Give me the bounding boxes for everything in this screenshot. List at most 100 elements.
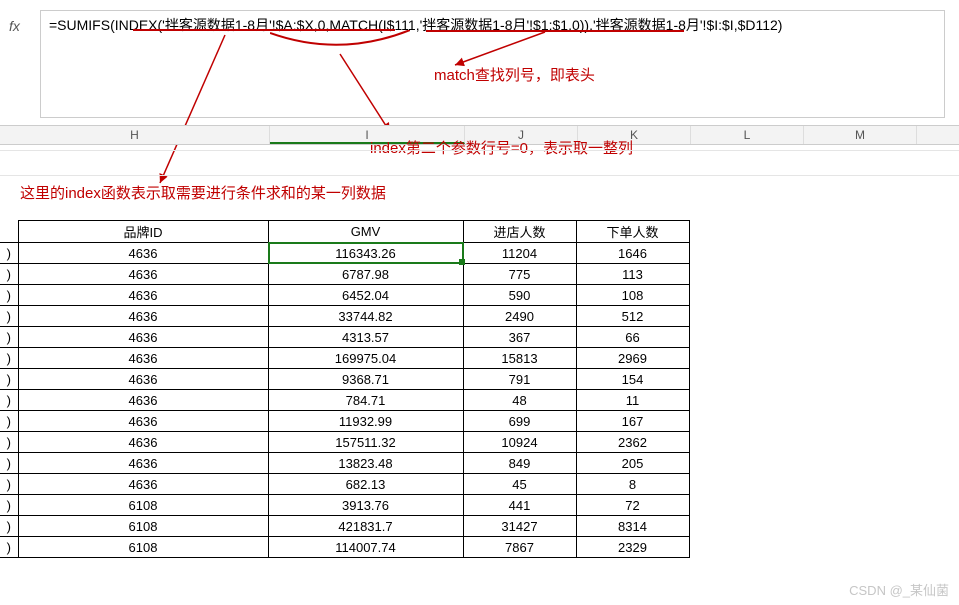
cell[interactable]: 2490 bbox=[463, 306, 576, 327]
cell[interactable]: 108 bbox=[576, 285, 689, 306]
cell[interactable]: 682.13 bbox=[268, 474, 463, 495]
cell[interactable]: 4636 bbox=[18, 474, 268, 495]
row-prefix-cell[interactable]: ) bbox=[0, 495, 18, 516]
cell[interactable]: 157511.32 bbox=[268, 432, 463, 453]
row-prefix-cell[interactable]: ) bbox=[0, 369, 18, 390]
row-prefix-cell[interactable]: ) bbox=[0, 264, 18, 285]
cell[interactable]: 2969 bbox=[576, 348, 689, 369]
cell[interactable]: 45 bbox=[463, 474, 576, 495]
col-header-L[interactable]: L bbox=[691, 126, 804, 144]
cell[interactable]: 205 bbox=[576, 453, 689, 474]
table-row[interactable]: )4636157511.32109242362 bbox=[0, 432, 689, 453]
cell[interactable]: 114007.74 bbox=[268, 537, 463, 558]
table-row[interactable]: )46366787.98775113 bbox=[0, 264, 689, 285]
cell[interactable]: 8314 bbox=[576, 516, 689, 537]
row-prefix-cell[interactable]: ) bbox=[0, 327, 18, 348]
table-row[interactable]: )61083913.7644172 bbox=[0, 495, 689, 516]
cell[interactable]: 13823.48 bbox=[268, 453, 463, 474]
cell[interactable]: 4636 bbox=[18, 390, 268, 411]
row-prefix-cell[interactable]: ) bbox=[0, 474, 18, 495]
table-row[interactable]: )6108114007.7478672329 bbox=[0, 537, 689, 558]
row-prefix-cell[interactable]: ) bbox=[0, 411, 18, 432]
row-prefix-cell[interactable]: ) bbox=[0, 285, 18, 306]
cell[interactable]: 6108 bbox=[18, 495, 268, 516]
row-prefix-cell[interactable]: ) bbox=[0, 243, 18, 264]
cell[interactable]: 6108 bbox=[18, 537, 268, 558]
cell[interactable]: 72 bbox=[576, 495, 689, 516]
fx-icon[interactable]: fx bbox=[9, 18, 20, 34]
cell[interactable]: 10924 bbox=[463, 432, 576, 453]
col-header-M[interactable]: M bbox=[804, 126, 917, 144]
cell[interactable]: 4313.57 bbox=[268, 327, 463, 348]
cell[interactable]: 11204 bbox=[463, 243, 576, 264]
row-prefix-cell[interactable]: ) bbox=[0, 453, 18, 474]
table-row[interactable]: )4636682.13458 bbox=[0, 474, 689, 495]
cell[interactable]: 6452.04 bbox=[268, 285, 463, 306]
table-row[interactable]: )463613823.48849205 bbox=[0, 453, 689, 474]
cell[interactable]: 367 bbox=[463, 327, 576, 348]
table-row[interactable]: )46366452.04590108 bbox=[0, 285, 689, 306]
th-visitors[interactable]: 进店人数 bbox=[463, 221, 576, 243]
table-row[interactable]: )4636784.714811 bbox=[0, 390, 689, 411]
cell[interactable]: 4636 bbox=[18, 285, 268, 306]
cell[interactable]: 421831.7 bbox=[268, 516, 463, 537]
row-prefix-cell[interactable]: ) bbox=[0, 537, 18, 558]
cell[interactable]: 167 bbox=[576, 411, 689, 432]
cell[interactable]: 699 bbox=[463, 411, 576, 432]
table-row[interactable]: )46369368.71791154 bbox=[0, 369, 689, 390]
row-prefix-cell[interactable]: ) bbox=[0, 390, 18, 411]
cell[interactable]: 4636 bbox=[18, 432, 268, 453]
row-prefix-cell[interactable]: ) bbox=[0, 516, 18, 537]
cell[interactable]: 33744.82 bbox=[268, 306, 463, 327]
cell[interactable]: 116343.26 bbox=[268, 243, 463, 264]
cell[interactable]: 849 bbox=[463, 453, 576, 474]
row-prefix-cell[interactable]: ) bbox=[0, 432, 18, 453]
cell[interactable]: 169975.04 bbox=[268, 348, 463, 369]
spreadsheet-grid[interactable]: H I J K L M index第二个参数行号=0，表示取一整列 这里的ind… bbox=[0, 125, 959, 558]
row-prefix-cell[interactable]: ) bbox=[0, 348, 18, 369]
cell[interactable]: 4636 bbox=[18, 264, 268, 285]
cell[interactable]: 2362 bbox=[576, 432, 689, 453]
cell[interactable]: 791 bbox=[463, 369, 576, 390]
table-row[interactable]: )463611932.99699167 bbox=[0, 411, 689, 432]
th-brand[interactable]: 品牌ID bbox=[18, 221, 268, 243]
col-header-H[interactable]: H bbox=[0, 126, 270, 144]
table-row[interactable]: )46364313.5736766 bbox=[0, 327, 689, 348]
cell[interactable]: 11 bbox=[576, 390, 689, 411]
table-row[interactable]: )463633744.822490512 bbox=[0, 306, 689, 327]
cell[interactable]: 4636 bbox=[18, 453, 268, 474]
cell[interactable]: 4636 bbox=[18, 306, 268, 327]
cell[interactable]: 441 bbox=[463, 495, 576, 516]
cell[interactable]: 4636 bbox=[18, 348, 268, 369]
table-row[interactable]: )6108421831.7314278314 bbox=[0, 516, 689, 537]
cell[interactable]: 66 bbox=[576, 327, 689, 348]
cell[interactable]: 9368.71 bbox=[268, 369, 463, 390]
cell[interactable]: 4636 bbox=[18, 411, 268, 432]
cell[interactable]: 775 bbox=[463, 264, 576, 285]
row-prefix-cell[interactable]: ) bbox=[0, 306, 18, 327]
table-row[interactable]: )4636116343.26112041646 bbox=[0, 243, 689, 264]
cell[interactable]: 4636 bbox=[18, 369, 268, 390]
cell[interactable]: 4636 bbox=[18, 327, 268, 348]
cell[interactable]: 6787.98 bbox=[268, 264, 463, 285]
cell[interactable]: 1646 bbox=[576, 243, 689, 264]
th-orders[interactable]: 下单人数 bbox=[576, 221, 689, 243]
cell[interactable]: 11932.99 bbox=[268, 411, 463, 432]
cell[interactable]: 113 bbox=[576, 264, 689, 285]
cell[interactable]: 7867 bbox=[463, 537, 576, 558]
cell[interactable]: 590 bbox=[463, 285, 576, 306]
cell[interactable]: 4636 bbox=[18, 243, 268, 264]
cell[interactable]: 31427 bbox=[463, 516, 576, 537]
cell[interactable]: 784.71 bbox=[268, 390, 463, 411]
table-row[interactable]: )4636169975.04158132969 bbox=[0, 348, 689, 369]
th-gmv[interactable]: GMV bbox=[268, 221, 463, 243]
cell[interactable]: 154 bbox=[576, 369, 689, 390]
annotation-underline-2 bbox=[426, 30, 684, 32]
cell[interactable]: 512 bbox=[576, 306, 689, 327]
cell[interactable]: 2329 bbox=[576, 537, 689, 558]
cell[interactable]: 8 bbox=[576, 474, 689, 495]
cell[interactable]: 15813 bbox=[463, 348, 576, 369]
cell[interactable]: 6108 bbox=[18, 516, 268, 537]
cell[interactable]: 48 bbox=[463, 390, 576, 411]
cell[interactable]: 3913.76 bbox=[268, 495, 463, 516]
